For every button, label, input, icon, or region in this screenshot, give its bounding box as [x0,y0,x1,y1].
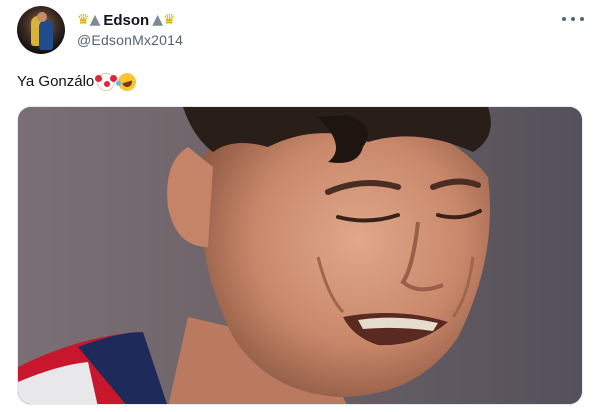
tweet: ♛ ▲ Edson ▲ ♛ @EdsonMx2014 Ya Gonzálo [0,0,600,412]
mountain-emoji: ▲ [152,12,163,28]
crown-emoji: ♛ [162,12,176,28]
clown-face-emoji [95,73,118,91]
author-handle[interactable]: @EdsonMx2014 [77,32,183,48]
rolling-on-floor-laughing-emoji [115,70,139,94]
crown-emoji: ♛ [77,12,90,28]
avatar[interactable] [17,6,65,54]
mountain-emoji: ▲ [89,12,101,28]
crying-player-photo [18,107,582,404]
tweet-text-content: Ya Gonzálo [17,73,95,90]
tweet-photo[interactable] [17,106,583,405]
tweet-text: Ya Gonzálo [17,70,139,94]
tweet-header: ♛ ▲ Edson ▲ ♛ @EdsonMx2014 [77,10,183,49]
more-options-button[interactable] [562,10,584,28]
author-display-name[interactable]: Edson [103,12,149,29]
more-horizontal-icon [562,17,566,21]
author-name-row[interactable]: ♛ ▲ Edson ▲ ♛ [77,10,183,30]
